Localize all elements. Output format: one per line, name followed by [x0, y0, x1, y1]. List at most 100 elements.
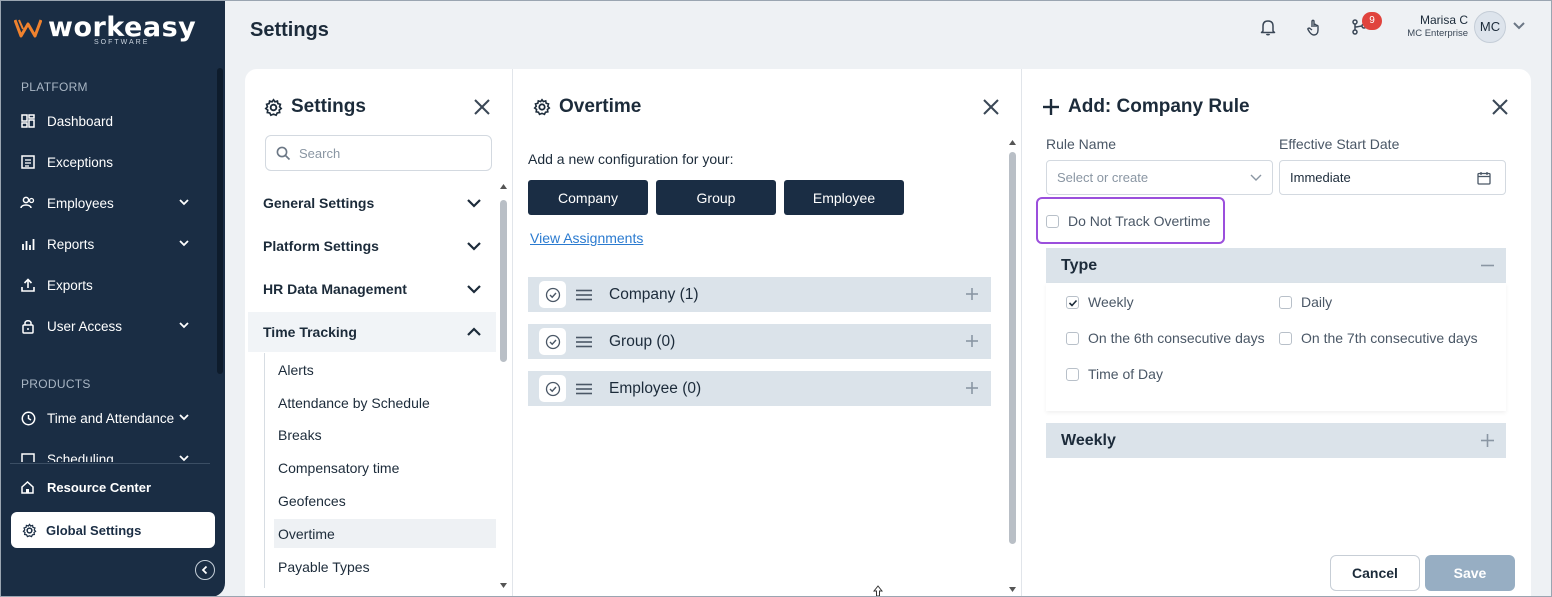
brand-sub: SOFTWARE: [94, 39, 150, 46]
sidebar-item-reports[interactable]: Reports: [20, 231, 200, 257]
calendar-icon[interactable]: [1477, 171, 1491, 185]
plus-icon[interactable]: [1481, 434, 1494, 447]
group-general-settings[interactable]: General Settings: [248, 183, 496, 223]
scroll-down-icon[interactable]: [1008, 586, 1017, 594]
overtime-row-group[interactable]: Group (0): [528, 324, 991, 359]
search-icon: [276, 146, 291, 160]
chevron-left-icon: [201, 565, 208, 575]
sidebar-item-global-settings[interactable]: Global Settings: [11, 512, 215, 548]
rule-panel-title: Add: Company Rule: [1042, 96, 1250, 118]
type-section-header[interactable]: Type: [1046, 248, 1506, 283]
close-icon[interactable]: [982, 98, 1000, 116]
touch-icon[interactable]: [1304, 17, 1324, 37]
row-label: Group (0): [609, 332, 676, 350]
checkbox[interactable]: [1066, 331, 1079, 345]
chart-icon: [20, 236, 36, 252]
sidebar-item-dashboard[interactable]: Dashboard: [20, 108, 200, 134]
settings-item-payable-types[interactable]: Payable Types: [274, 552, 496, 581]
weekly-checkbox[interactable]: Weekly: [1066, 294, 1134, 310]
group-hr-data-management[interactable]: HR Data Management: [248, 269, 496, 309]
sidebar-item-employees[interactable]: Employees: [20, 190, 200, 216]
collapse-sidebar-button[interactable]: [195, 560, 215, 580]
settings-item-attendance-by-schedule[interactable]: Attendance by Schedule: [274, 388, 496, 417]
scroll-thumb[interactable]: [1009, 152, 1016, 544]
group-button[interactable]: Group: [656, 180, 776, 215]
settings-item-overtime[interactable]: Overtime: [274, 519, 496, 548]
overtime-panel-title: Overtime: [533, 96, 641, 118]
sidebar-item-label: Reports: [47, 236, 95, 252]
save-button[interactable]: Save: [1425, 555, 1515, 591]
overtime-row-company[interactable]: Company (1): [528, 277, 991, 312]
do-not-track-overtime-checkbox[interactable]: Do Not Track Overtime: [1046, 213, 1210, 229]
chevron-down-icon: [179, 240, 189, 247]
scroll-down-icon[interactable]: [499, 582, 508, 590]
plus-icon[interactable]: [965, 334, 979, 348]
checkbox-checked[interactable]: [1066, 295, 1079, 309]
sidebar-item-label: Time and Attendance: [47, 410, 175, 426]
settings-item-alerts[interactable]: Alerts: [274, 355, 496, 384]
close-icon[interactable]: [473, 98, 491, 116]
check-circle-icon[interactable]: [539, 328, 566, 355]
sixth-consecutive-checkbox[interactable]: On the 6th consecutive days: [1066, 330, 1265, 346]
overtime-scrollbar[interactable]: [1008, 138, 1017, 594]
sidebar-item-exceptions[interactable]: Exceptions: [20, 149, 200, 175]
sidebar-item-resource-center[interactable]: Resource Center: [20, 480, 151, 495]
sidebar: workeasy SOFTWARE PLATFORM Dashboard Exc…: [0, 0, 225, 597]
search-field[interactable]: [265, 135, 492, 171]
checkbox[interactable]: [1046, 214, 1059, 228]
daily-checkbox[interactable]: Daily: [1279, 294, 1332, 310]
list-icon: [20, 154, 36, 170]
checkmark-icon: [1068, 299, 1078, 307]
chevron-down-icon: [467, 199, 481, 208]
search-input[interactable]: [299, 145, 479, 161]
settings-scrollbar[interactable]: [499, 182, 508, 590]
avatar[interactable]: MC: [1474, 11, 1506, 43]
minus-icon[interactable]: [1481, 264, 1494, 267]
plus-icon[interactable]: [965, 287, 979, 301]
chevron-down-icon: [179, 414, 189, 421]
mouse-cursor-icon: [873, 585, 883, 597]
checkbox[interactable]: [1066, 367, 1079, 381]
scroll-up-icon[interactable]: [499, 182, 508, 190]
drag-handle-icon[interactable]: [576, 289, 592, 301]
overtime-row-employee[interactable]: Employee (0): [528, 371, 991, 406]
group-time-tracking[interactable]: Time Tracking: [248, 312, 496, 352]
group-platform-settings[interactable]: Platform Settings: [248, 226, 496, 266]
scroll-up-icon[interactable]: [1008, 138, 1017, 146]
chevron-down-icon[interactable]: [1512, 20, 1526, 32]
settings-item-compensatory-time[interactable]: Compensatory time: [274, 453, 496, 482]
scroll-thumb[interactable]: [500, 200, 507, 362]
settings-item-geofences[interactable]: Geofences: [274, 486, 496, 515]
sidebar-item-time-and-attendance[interactable]: Time and Attendance: [20, 405, 200, 431]
section-platform: PLATFORM: [21, 80, 88, 94]
time-of-day-checkbox[interactable]: Time of Day: [1066, 366, 1163, 382]
sidebar-scrollbar[interactable]: [217, 68, 223, 374]
view-assignments-link[interactable]: View Assignments: [530, 230, 643, 246]
bell-icon[interactable]: [1258, 17, 1278, 37]
sidebar-item-label: Dashboard: [47, 113, 114, 129]
company-button[interactable]: Company: [528, 180, 648, 215]
close-icon[interactable]: [1491, 98, 1509, 116]
check-circle-icon[interactable]: [539, 375, 566, 402]
brand-name: workeasy: [48, 12, 197, 43]
drag-handle-icon[interactable]: [576, 383, 592, 395]
rule-name-label: Rule Name: [1046, 136, 1117, 152]
group-label: Platform Settings: [263, 238, 379, 254]
check-circle-icon[interactable]: [539, 281, 566, 308]
employee-button[interactable]: Employee: [784, 180, 904, 215]
checkbox-label: Daily: [1301, 294, 1333, 310]
cancel-button[interactable]: Cancel: [1330, 555, 1420, 591]
checkbox[interactable]: [1279, 331, 1292, 345]
plus-icon[interactable]: [965, 381, 979, 395]
drag-handle-icon[interactable]: [576, 336, 592, 348]
start-date-field[interactable]: Immediate: [1279, 160, 1506, 195]
settings-item-breaks[interactable]: Breaks: [274, 420, 496, 449]
sidebar-item-user-access[interactable]: User Access: [20, 313, 200, 339]
checkbox[interactable]: [1279, 295, 1292, 309]
rule-name-select[interactable]: Select or create: [1046, 160, 1273, 195]
sidebar-item-scheduling[interactable]: Scheduling: [20, 446, 200, 462]
sidebar-item-exports[interactable]: Exports: [20, 272, 200, 298]
seventh-consecutive-checkbox[interactable]: On the 7th consecutive days: [1279, 330, 1478, 346]
weekly-section-header[interactable]: Weekly: [1046, 423, 1506, 458]
settings-panel-title: Settings: [264, 96, 366, 118]
